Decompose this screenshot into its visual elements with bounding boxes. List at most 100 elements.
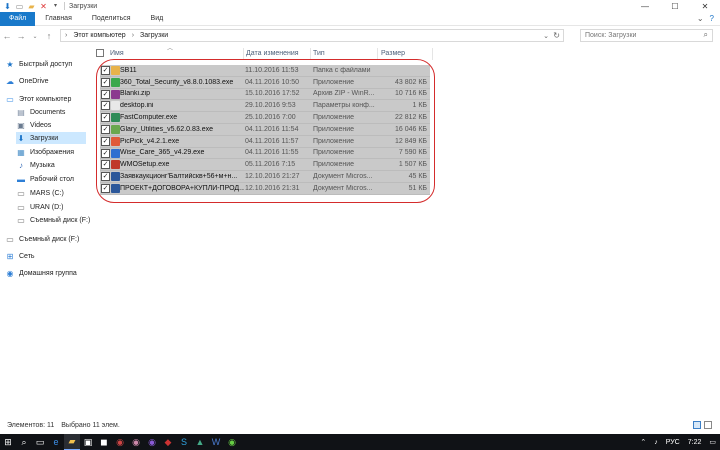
selected-count: Выбрано 11 элем.: [61, 421, 120, 429]
task-view-icon[interactable]: ▭: [32, 434, 48, 450]
sidebar-item-label: Съемный диск (F:): [30, 216, 91, 224]
sidebar-item-homegroup[interactable]: ◉ Домашняя группа: [5, 267, 77, 279]
sidebar-item-label: Videos: [30, 121, 52, 129]
app-icon[interactable]: ▲: [192, 434, 208, 450]
sidebar-item-music[interactable]: ♪ Музыка: [16, 159, 55, 171]
system-tray: ⌃ ♪ РУС 7:22 ▭: [636, 434, 720, 450]
properties-icon[interactable]: ▭: [15, 2, 24, 11]
app-icon[interactable]: ◉: [224, 434, 240, 450]
search-input[interactable]: [585, 32, 712, 39]
sidebar-item-drive-c[interactable]: ▭ MARS (C:): [16, 187, 64, 199]
sidebar-item-label: Домашняя группа: [19, 269, 77, 277]
sidebar-item-label: Рабочий стол: [30, 175, 74, 183]
sidebar-item-drive-d[interactable]: ▭ URAN (D:): [16, 201, 63, 213]
homegroup-icon: ◉: [6, 268, 14, 278]
expand-ribbon-icon[interactable]: ⌄: [697, 14, 704, 23]
details-view-icon[interactable]: [693, 421, 701, 429]
language-indicator[interactable]: РУС: [666, 439, 680, 446]
sidebar-item-label: Загрузки: [30, 134, 59, 142]
sidebar-item-pictures[interactable]: ▦ Изображения: [16, 146, 74, 158]
back-button[interactable]: ←: [0, 29, 14, 43]
recent-locations-icon[interactable]: ⌄: [28, 29, 42, 43]
quick-access-dropdown-icon[interactable]: ▾: [51, 2, 60, 11]
tray-overflow-icon[interactable]: ⌃: [640, 438, 646, 446]
video-icon: ▣: [17, 120, 25, 130]
tab-home[interactable]: Главная: [35, 12, 82, 26]
tab-view[interactable]: Вид: [141, 12, 174, 26]
volume-icon[interactable]: ♪: [654, 439, 658, 446]
search-box[interactable]: ⌕: [580, 29, 713, 42]
window-title: Загрузки: [69, 2, 98, 10]
column-divider[interactable]: [432, 48, 433, 60]
minimize-button[interactable]: —: [630, 0, 660, 12]
clock[interactable]: 7:22: [688, 439, 702, 446]
app-icon[interactable]: ◼: [96, 434, 112, 450]
column-size[interactable]: Размер: [381, 46, 405, 60]
column-type[interactable]: Тип: [313, 46, 325, 60]
word-icon[interactable]: W: [208, 434, 224, 450]
sidebar-item-label: Музыка: [30, 161, 55, 169]
edge-browser-icon[interactable]: e: [48, 434, 64, 450]
view-buttons: [693, 421, 712, 429]
sidebar-item-desktop[interactable]: ▬ Рабочий стол: [16, 173, 74, 185]
tab-share[interactable]: Поделиться: [82, 12, 141, 26]
sidebar-item-label: URAN (D:): [30, 203, 64, 211]
tab-file[interactable]: Файл: [0, 11, 36, 26]
store-icon[interactable]: ▣: [80, 434, 96, 450]
delete-icon[interactable]: ✕: [39, 2, 48, 11]
search-icon: ⌕: [703, 30, 708, 39]
sidebar-item-removable-f-root[interactable]: ▭ Съемный диск (F:): [5, 233, 79, 245]
up-button[interactable]: ↑: [42, 29, 56, 43]
sidebar-item-documents[interactable]: ▤ Documents: [16, 106, 65, 118]
music-icon: ♪: [19, 160, 23, 170]
select-all-checkbox[interactable]: [96, 49, 104, 57]
usb-drive-icon: ▭: [6, 234, 14, 244]
file-explorer-icon[interactable]: ▰: [64, 434, 80, 450]
star-icon: ★: [6, 59, 14, 69]
maximize-button[interactable]: ☐: [660, 0, 690, 12]
help-icon[interactable]: ?: [710, 14, 714, 23]
ribbon-right: ⌄ ?: [697, 14, 714, 23]
address-box[interactable]: › Этот компьютер › Загрузки ⌄ ↻: [60, 29, 564, 42]
close-button[interactable]: ✕: [690, 0, 720, 12]
new-folder-icon[interactable]: ▰: [27, 2, 36, 11]
chevron-down-icon[interactable]: ⌄: [543, 32, 549, 40]
start-icon[interactable]: ⊞: [0, 434, 16, 450]
file-list-pane: Имя ︿ Дата изменения Тип Размер ✓ SB11 11.…: [92, 44, 720, 414]
column-date[interactable]: Дата изменения: [246, 46, 299, 60]
column-name[interactable]: Имя: [110, 46, 124, 60]
sidebar-item-label: MARS (C:): [30, 189, 64, 197]
search-icon[interactable]: ⌕: [16, 434, 32, 450]
sidebar-item-label: Documents: [30, 108, 66, 116]
selection-highlight-ring: [96, 59, 435, 203]
large-icons-view-icon[interactable]: [704, 421, 712, 429]
viber-icon[interactable]: ◉: [144, 434, 160, 450]
window-controls: — ☐ ✕: [630, 0, 720, 12]
sidebar-item-removable-f[interactable]: ▭ Съемный диск (F:): [16, 214, 90, 226]
cloud-icon: ☁: [6, 76, 14, 86]
breadcrumb-this-pc[interactable]: Этот компьютер: [73, 32, 125, 39]
drive-icon: ▭: [17, 202, 25, 212]
explorer-icon[interactable]: ⬇: [3, 2, 12, 11]
forward-button[interactable]: →: [14, 29, 28, 43]
sidebar-item-network[interactable]: ⊞ Сеть: [5, 250, 35, 262]
breadcrumb-downloads[interactable]: Загрузки: [140, 32, 168, 39]
chevron-right-icon: ›: [65, 32, 68, 39]
refresh-icon[interactable]: ↻: [553, 31, 560, 40]
sidebar-item-label: Съемный диск (F:): [19, 235, 80, 243]
app-icon[interactable]: ◉: [128, 434, 144, 450]
sidebar-item-this-pc[interactable]: ▭ Этот компьютер: [5, 93, 71, 105]
notifications-icon[interactable]: ▭: [709, 438, 716, 446]
documents-icon: ▤: [17, 107, 25, 117]
sidebar-item-quick-access[interactable]: ★ Быстрый доступ: [5, 58, 72, 70]
app-icon[interactable]: ◉: [112, 434, 128, 450]
sidebar-item-label: Изображения: [30, 148, 74, 156]
sidebar-item-onedrive[interactable]: ☁ OneDrive: [5, 75, 49, 87]
desktop-icon: ▬: [17, 174, 25, 184]
sidebar-item-videos[interactable]: ▣ Videos: [16, 119, 51, 131]
sidebar-item-downloads[interactable]: ⬇ Загрузки: [16, 132, 86, 144]
app-icon[interactable]: ◆: [160, 434, 176, 450]
chevron-right-icon: ›: [131, 32, 135, 39]
ribbon-tabs: Файл Главная Поделиться Вид ⌄ ?: [0, 11, 720, 26]
skype-icon[interactable]: S: [176, 434, 192, 450]
